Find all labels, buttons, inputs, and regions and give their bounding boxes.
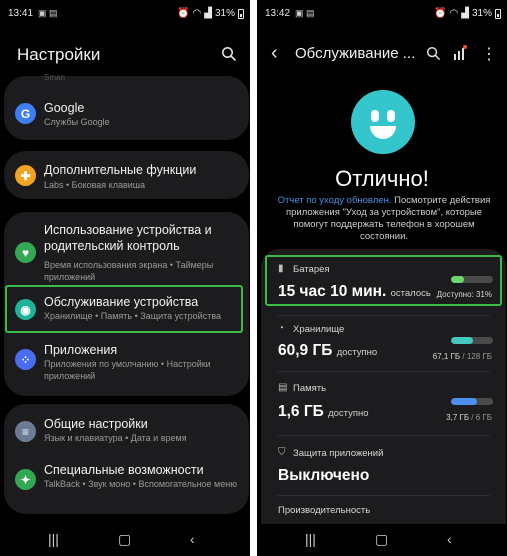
- storage-section[interactable]: ◔ Хранилище 60,9 ГБ доступно 67,1 ГБ / 1…: [261, 317, 506, 367]
- apps-icon: ⁘: [15, 349, 36, 370]
- item-subtitle: Язык и клавиатура • Дата и время: [44, 433, 187, 443]
- battery-icon: [495, 8, 501, 19]
- report-link[interactable]: Отчет по уходу обновлен.: [278, 195, 392, 206]
- settings-item-wellbeing[interactable]: ♥ Использование устройства и родительски…: [4, 220, 249, 286]
- item-title: Приложения: [44, 343, 118, 357]
- item-title: Специальные возможности: [44, 463, 204, 477]
- performance-label[interactable]: Производительность: [278, 505, 370, 516]
- storage-bar-fill: [451, 337, 473, 344]
- memory-label: Память: [293, 383, 327, 394]
- recents-icon[interactable]: |||: [48, 531, 59, 547]
- item-title: Дополнительные функции: [44, 163, 197, 177]
- memory-icon: ▤: [278, 382, 288, 393]
- item-subtitle: Labs • Боковая клавиша: [44, 180, 146, 190]
- sliders-icon: ≡: [15, 421, 36, 442]
- highlight-box: [265, 255, 502, 306]
- wifi-icon: ◠: [449, 8, 459, 19]
- item-subtitle: Приложения по умолчанию • Настройки прил…: [44, 359, 211, 381]
- home-icon[interactable]: ▢: [118, 531, 131, 548]
- google-icon: G: [15, 103, 36, 124]
- item-subtitle: Службы Google: [44, 117, 110, 127]
- settings-item-accessibility[interactable]: ✦ Специальные возможности TalkBack • Зву…: [4, 460, 249, 504]
- clock: 13:41: [8, 8, 34, 19]
- google-card: Sman G Google Службы Google: [4, 73, 249, 140]
- puzzle-icon: ✚: [15, 165, 36, 186]
- back-icon[interactable]: ‹: [447, 531, 452, 547]
- item-subtitle: TalkBack • Звук моно • Вспомогательное м…: [44, 479, 237, 489]
- item-title: Google: [44, 101, 85, 115]
- device-care-screen: 13:42 ▣ ▤ ⏰ ◠ ▟ 31% ‹ Обслуживание ... ⋮…: [257, 0, 507, 556]
- memory-bar-fill: [451, 398, 478, 405]
- page-title: Настройки: [17, 45, 101, 64]
- battery-percent: 31%: [471, 8, 492, 19]
- nav-bar: ||| ▢ ‹: [0, 524, 250, 556]
- storage-icon: ◔: [278, 323, 285, 334]
- wellbeing-icon: ♥: [15, 242, 36, 263]
- settings-item-general[interactable]: ≡ Общие настройки Язык и клавиатура • Да…: [4, 414, 249, 448]
- status-bar: 13:41 ▣ ▤ ⏰ ◠ ▟ 31%: [0, 0, 250, 28]
- protection-label: Защита приложений: [293, 448, 384, 459]
- storage-label: Хранилище: [293, 324, 345, 335]
- notification-icons: ▣ ▤: [38, 8, 58, 18]
- status-card: ▮ Батарея 15 час 10 мин. осталось Доступ…: [261, 249, 506, 556]
- protection-value: Выключено: [278, 467, 370, 484]
- features-card: ✚ Дополнительные функции Labs • Боковая …: [4, 151, 249, 199]
- storage-value: 60,9 ГБ доступно: [278, 342, 378, 359]
- back-arrow-icon[interactable]: ‹: [271, 42, 278, 65]
- protection-section[interactable]: ⛉ Защита приложений Выключено: [261, 439, 506, 491]
- settings-screen: 13:41 ▣ ▤ ⏰ ◠ ▟ 31% Настройки Sman G Goo…: [0, 0, 250, 556]
- nav-bar: ||| ▢ ‹: [257, 524, 507, 556]
- notification-icons: ▣ ▤: [295, 8, 315, 18]
- recents-icon[interactable]: |||: [305, 531, 316, 547]
- memory-detail: 3,7 ГБ / 6 ГБ: [446, 413, 492, 422]
- page-title: Обслуживание ...: [295, 45, 416, 62]
- diagnostics-icon[interactable]: [453, 45, 467, 61]
- status-icons: ⏰ ◠ ▟ 31%: [177, 8, 244, 19]
- battery-percent: 31%: [214, 8, 235, 19]
- home-icon[interactable]: ▢: [375, 531, 388, 548]
- alarm-icon: ⏰: [434, 8, 447, 19]
- signal-icon: ▟: [204, 8, 212, 19]
- more-options-icon[interactable]: ⋮: [481, 44, 497, 64]
- status-heading: Отлично!: [335, 166, 429, 191]
- signal-icon: ▟: [461, 8, 469, 19]
- search-icon[interactable]: [426, 46, 441, 61]
- smiley-icon: [351, 90, 415, 154]
- settings-item-advanced-features[interactable]: ✚ Дополнительные функции Labs • Боковая …: [4, 159, 249, 193]
- memory-value: 1,6 ГБ доступно: [278, 403, 369, 420]
- memory-section[interactable]: ▤ Память 1,6 ГБ доступно 3,7 ГБ / 6 ГБ: [261, 375, 506, 425]
- settings-item-google[interactable]: G Google Службы Google: [4, 98, 249, 134]
- shield-icon: ⛉: [278, 447, 286, 458]
- settings-item-apps[interactable]: ⁘ Приложения Приложения по умолчанию • Н…: [4, 340, 249, 384]
- clock: 13:42: [265, 8, 291, 19]
- memory-bar: [451, 398, 493, 405]
- general-card: ≡ Общие настройки Язык и клавиатура • Да…: [4, 404, 249, 514]
- status-icons: ⏰ ◠ ▟ 31%: [434, 8, 501, 19]
- alarm-icon: ⏰: [177, 8, 190, 19]
- item-title: Использование устройства и родительский …: [44, 223, 212, 253]
- item-title: Общие настройки: [44, 417, 148, 431]
- storage-bar: [451, 337, 493, 344]
- partial-item: Sman: [44, 73, 65, 82]
- wifi-icon: ◠: [192, 8, 202, 19]
- search-icon[interactable]: [221, 46, 237, 62]
- status-bar: 13:42 ▣ ▤ ⏰ ◠ ▟ 31%: [257, 0, 507, 28]
- care-description: Отчет по уходу обновлен. Посмотрите дейс…: [275, 195, 493, 243]
- accessibility-icon: ✦: [15, 469, 36, 490]
- storage-detail: 67,1 ГБ / 128 ГБ: [432, 352, 492, 361]
- battery-icon: [238, 8, 244, 19]
- item-subtitle: Время использования экрана • Таймеры при…: [44, 260, 214, 282]
- back-icon[interactable]: ‹: [190, 531, 195, 547]
- highlight-box: [5, 285, 243, 333]
